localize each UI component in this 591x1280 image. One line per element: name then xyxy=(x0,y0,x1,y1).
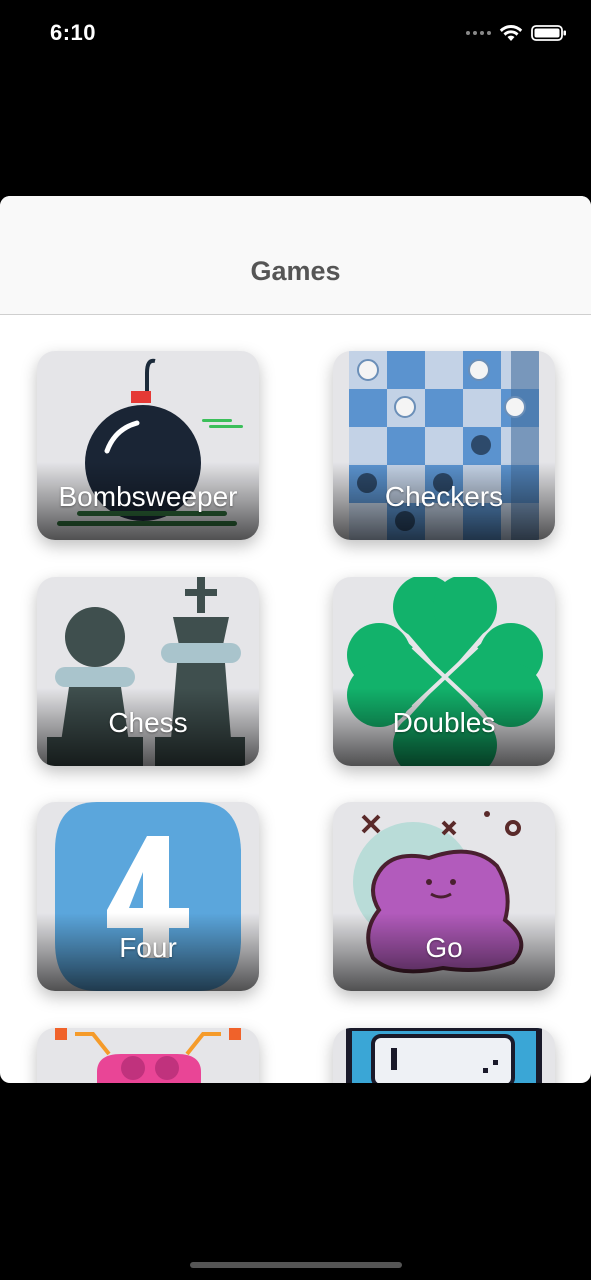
game-tile-bombsweeper[interactable]: Bombsweeper xyxy=(37,351,259,540)
status-bar: 6:10 xyxy=(0,0,591,72)
game-label: Chess xyxy=(108,707,188,738)
page-title: Games xyxy=(250,256,341,286)
status-time: 6:10 xyxy=(50,20,97,45)
battery-icon xyxy=(531,25,566,41)
cellular-signal-icon xyxy=(466,31,491,35)
game-tile-checkers[interactable]: Checkers xyxy=(333,351,555,540)
game-tile-four[interactable]: Four xyxy=(37,802,259,991)
game-tile-invader[interactable] xyxy=(37,1028,259,1083)
game-label: Four xyxy=(119,932,177,963)
pink-invader-icon xyxy=(55,1028,241,1083)
game-label: Checkers xyxy=(384,481,504,512)
game-label: Doubles xyxy=(392,707,496,738)
status-icons xyxy=(466,24,567,42)
game-label: Bombsweeper xyxy=(58,481,238,512)
home-indicator[interactable] xyxy=(190,1262,402,1268)
sheet-header: Games xyxy=(0,196,591,315)
game-tile-chess[interactable]: Chess xyxy=(37,577,259,766)
games-sheet: Games Bombsweeper Checkers Chess Doubles… xyxy=(0,196,591,1083)
game-tile-go[interactable]: Go xyxy=(333,802,555,991)
wifi-icon xyxy=(499,25,523,41)
game-tile-screen[interactable] xyxy=(333,1028,555,1083)
pixel-screen-icon xyxy=(346,1028,542,1083)
game-tile-doubles[interactable]: Doubles xyxy=(333,577,555,766)
game-label: Go xyxy=(425,932,463,963)
